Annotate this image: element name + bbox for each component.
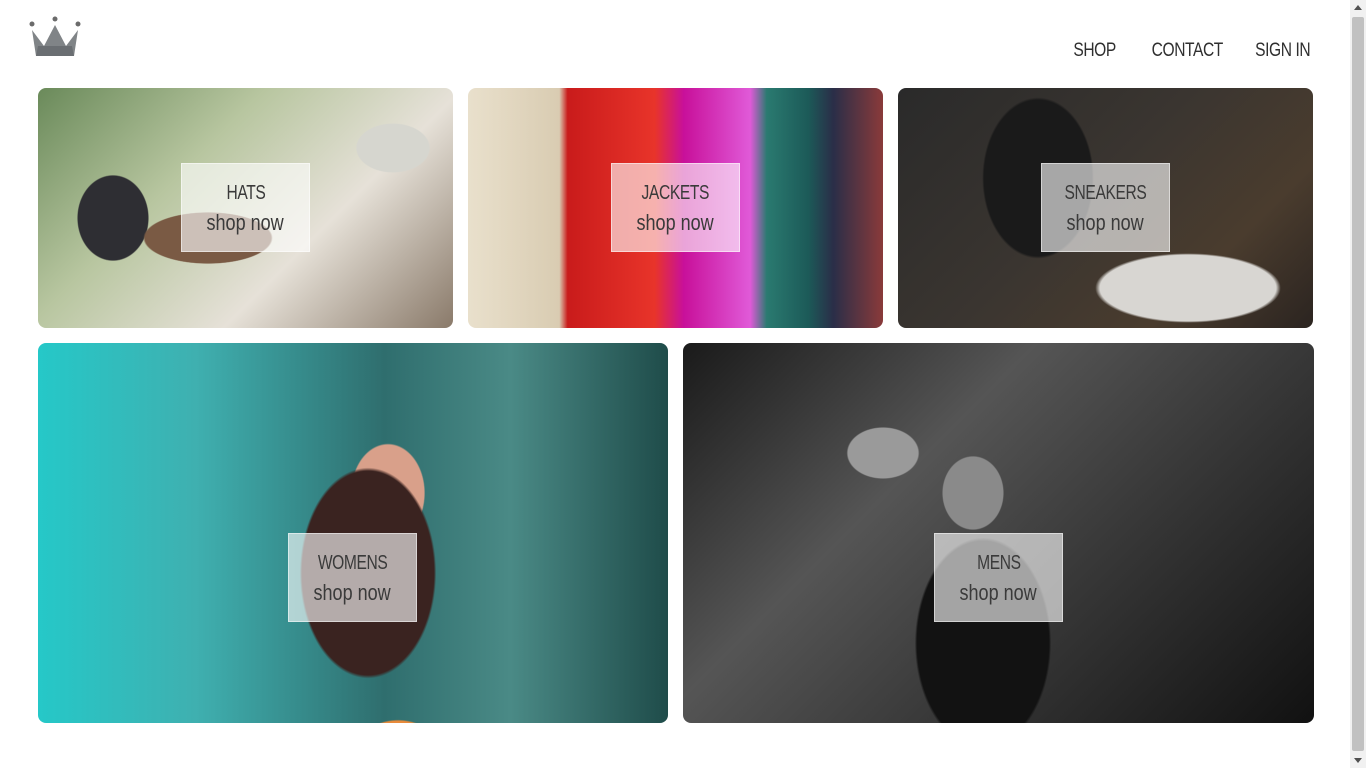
menu-item-content: HATS shop now [181, 163, 310, 252]
menu-item-hats[interactable]: HATS shop now [38, 88, 453, 328]
menu-item-content: JACKETS shop now [611, 163, 740, 252]
menu-item-jackets[interactable]: JACKETS shop now [468, 88, 883, 328]
scroll-down-arrow-icon[interactable] [1350, 752, 1366, 768]
menu-item-subtitle: shop now [1066, 209, 1145, 235]
nav-shop-link[interactable]: SHOP [1073, 40, 1116, 62]
nav-menu: SHOP CONTACT SIGN IN [1064, 40, 1310, 62]
menu-item-subtitle: shop now [206, 209, 285, 235]
menu-item-subtitle: shop now [636, 209, 715, 235]
menu-item-mens[interactable]: MENS shop now [683, 343, 1314, 723]
crown-icon[interactable] [28, 16, 82, 60]
menu-item-subtitle: shop now [313, 579, 392, 605]
menu-item-title: JACKETS [641, 181, 710, 204]
nav-sign-in-link[interactable]: SIGN IN [1255, 40, 1311, 62]
menu-item-title: HATS [226, 181, 265, 204]
menu-item-title: WOMENS [317, 551, 388, 574]
menu-item-content: WOMENS shop now [288, 533, 417, 622]
scroll-up-arrow-icon[interactable] [1350, 0, 1366, 16]
menu-item-content: SNEAKERS shop now [1041, 163, 1170, 252]
menu-item-subtitle: shop now [959, 579, 1038, 605]
menu-item-title: MENS [976, 551, 1021, 574]
menu-item-title: SNEAKERS [1064, 181, 1147, 204]
nav-contact-link[interactable]: CONTACT [1151, 40, 1223, 62]
menu-item-sneakers[interactable]: SNEAKERS shop now [898, 88, 1313, 328]
menu-item-content: MENS shop now [934, 533, 1063, 622]
vertical-scrollbar[interactable] [1350, 0, 1366, 768]
scrollbar-thumb[interactable] [1352, 17, 1364, 751]
header: SHOP CONTACT SIGN IN [0, 0, 1350, 88]
menu-item-womens[interactable]: WOMENS shop now [38, 343, 668, 723]
